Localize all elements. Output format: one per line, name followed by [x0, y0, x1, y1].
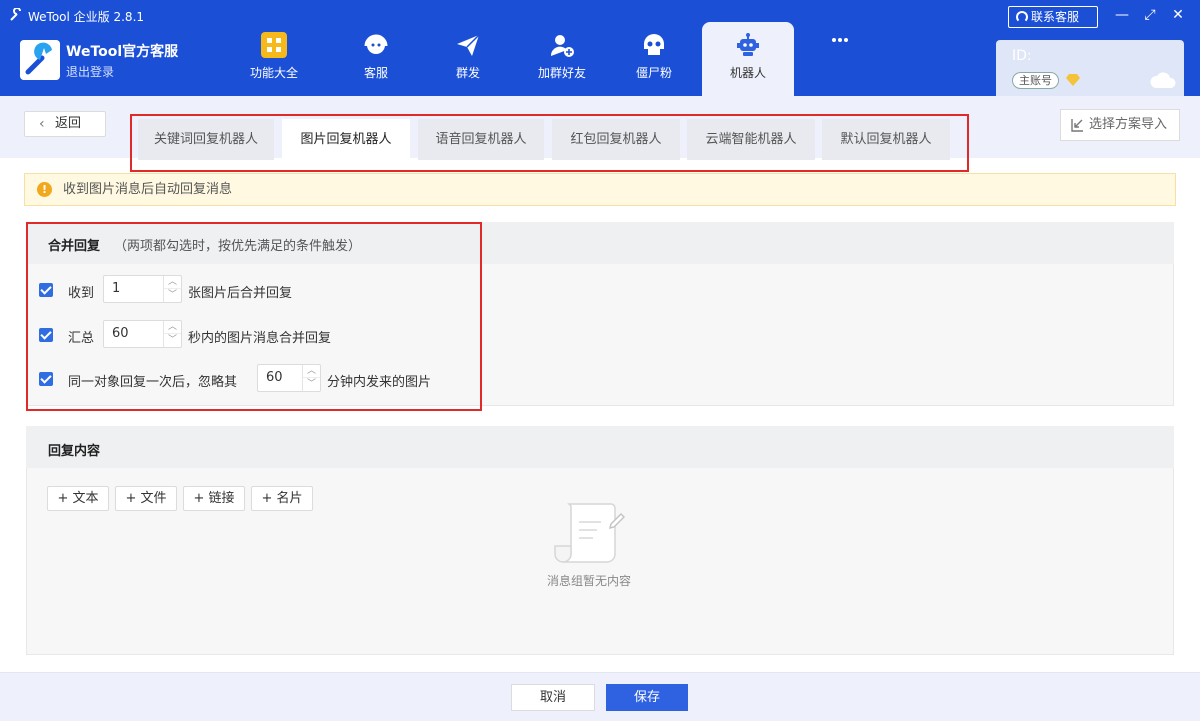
diamond-icon [1066, 74, 1080, 86]
account-id: ID: [1012, 48, 1032, 64]
contact-support-button[interactable]: 联系客服 [1008, 6, 1098, 28]
minimize-button[interactable]: — [1113, 6, 1131, 24]
headset-icon [1016, 11, 1028, 23]
cloud-icon [1150, 72, 1176, 88]
footer-bar [0, 672, 1200, 721]
app-title: WeTool 企业版 2.8.1 [28, 10, 145, 24]
empty-state-text: 消息组暂无内容 [546, 574, 631, 588]
nav-item-more[interactable] [794, 22, 886, 96]
account-card[interactable]: ID: 主账号 [996, 40, 1184, 96]
add-card-button[interactable]: + 名片 [251, 486, 313, 511]
notice-text: 收到图片消息后自动回复消息 [63, 182, 233, 197]
account-badge: 主账号 [1012, 72, 1059, 89]
reply-content-title: 回复内容 [48, 444, 101, 459]
add-friend-icon [550, 35, 574, 57]
back-button[interactable]: ‹ 返回 [24, 111, 106, 137]
chevron-left-icon: ‹ [39, 116, 45, 132]
app-header: WeTool 企业版 2.8.1 联系客服 — ⤢ ✕ WeTool官方客服 退… [0, 0, 1200, 96]
nav-label: 加群好友 [537, 66, 586, 80]
import-plan-button[interactable]: 选择方案导入 [1060, 109, 1180, 141]
logout-link[interactable]: 退出登录 [66, 63, 114, 80]
grid-icon [261, 32, 287, 58]
maximize-button[interactable]: ⤢ [1141, 6, 1159, 24]
reply-content-header [26, 426, 1174, 468]
more-icon [832, 38, 848, 42]
send-icon [457, 34, 480, 56]
import-icon [1071, 119, 1083, 132]
robot-icon [737, 33, 759, 56]
nav-item-zombie-fans[interactable]: 僵尸粉 [608, 22, 700, 96]
nav-item-broadcast[interactable]: 群发 [422, 22, 514, 96]
warning-icon: ! [37, 182, 52, 197]
empty-document-icon [554, 503, 625, 563]
contact-support-label: 联系客服 [1031, 10, 1080, 24]
nav-label: 机器人 [729, 66, 766, 80]
brand-avatar [20, 40, 60, 80]
wrench-logo-icon [10, 8, 21, 21]
nav-label: 群发 [455, 66, 480, 80]
cancel-button[interactable]: 取消 [511, 684, 595, 711]
info-notice: ! 收到图片消息后自动回复消息 [24, 173, 1176, 206]
nav-label: 客服 [363, 66, 388, 80]
import-plan-label: 选择方案导入 [1089, 117, 1168, 132]
add-text-button[interactable]: + 文本 [47, 486, 109, 511]
close-button[interactable]: ✕ [1169, 6, 1187, 24]
add-link-button[interactable]: + 链接 [183, 486, 245, 511]
nav-label: 僵尸粉 [635, 66, 672, 80]
back-label: 返回 [55, 116, 82, 131]
brand-name: WeTool官方客服 [66, 44, 179, 60]
nav-label: 功能大全 [249, 66, 298, 80]
tabs-highlight-box [130, 114, 969, 172]
add-file-button[interactable]: + 文件 [115, 486, 177, 511]
nav-item-features[interactable]: 功能大全 [228, 22, 320, 96]
skull-icon [644, 34, 664, 55]
headset-icon [364, 34, 388, 54]
save-button[interactable]: 保存 [606, 684, 688, 711]
nav-item-robot[interactable]: 机器人 [702, 22, 794, 96]
nav-item-support[interactable]: 客服 [330, 22, 422, 96]
nav-item-add-friends[interactable]: 加群好友 [516, 22, 608, 96]
merge-highlight-box [26, 222, 482, 411]
